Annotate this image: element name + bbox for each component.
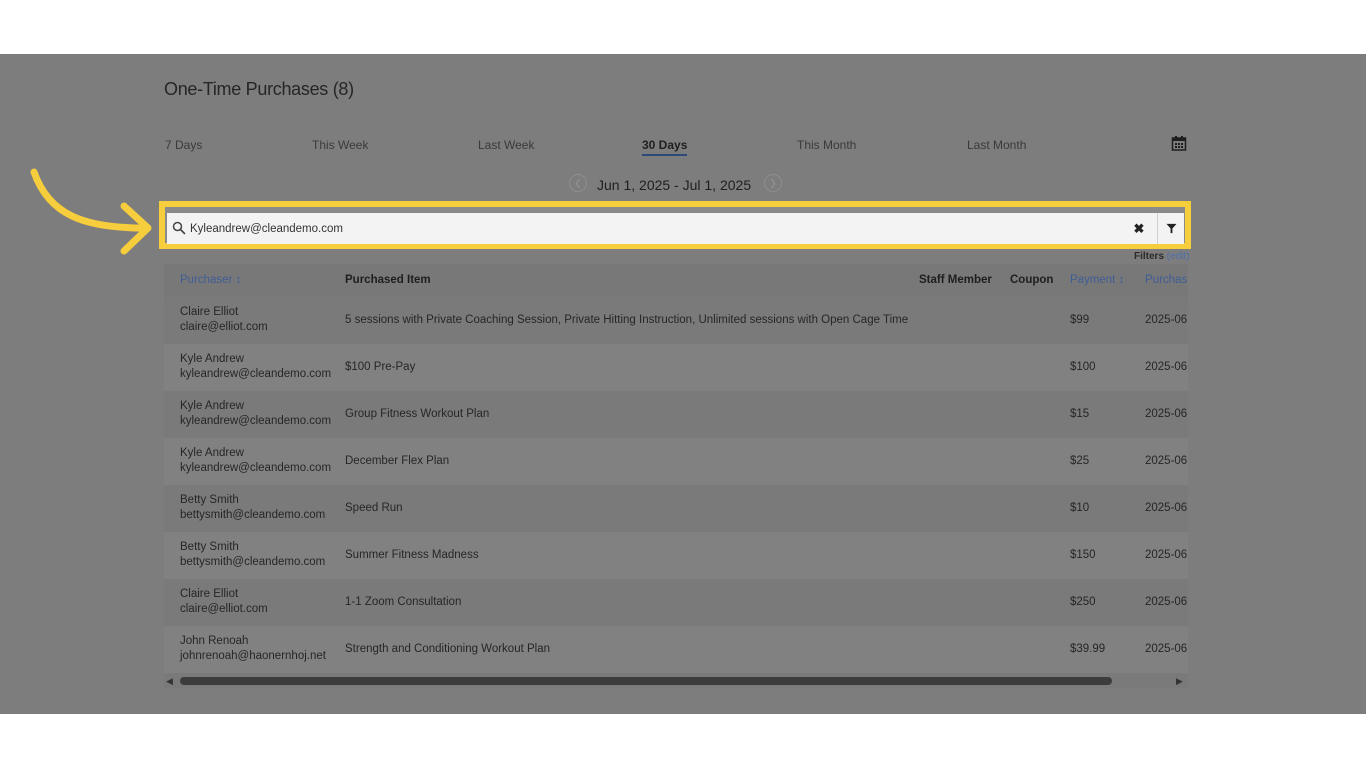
- table-row[interactable]: Claire Elliot claire@elliot.com 5 sessio…: [164, 297, 1188, 344]
- search-icon: [172, 221, 186, 235]
- payment-amount: $250: [1070, 596, 1096, 608]
- table-row[interactable]: Betty Smith bettysmith@cleandemo.com Spe…: [164, 485, 1188, 532]
- tab-last-month[interactable]: Last Month: [967, 138, 1026, 152]
- payment-amount: $15: [1070, 408, 1090, 420]
- search-input[interactable]: [190, 213, 1090, 244]
- purchaser-name: Betty Smith: [180, 541, 239, 553]
- sort-icon: ↕: [235, 274, 242, 286]
- purchases-table: Purchaser ↕ Purchased Item Staff Member …: [164, 264, 1188, 688]
- purchase-date: 2025-06: [1145, 643, 1188, 655]
- purchaser-email: bettysmith@cleandemo.com: [180, 556, 326, 568]
- purchaser-name: Claire Elliot: [180, 588, 239, 600]
- purchaser-name: John Renoah: [180, 635, 249, 647]
- purchaser-name: Claire Elliot: [180, 306, 239, 318]
- column-purchaser[interactable]: Purchaser ↕: [180, 274, 241, 286]
- tab-this-week[interactable]: This Week: [312, 138, 368, 152]
- purchase-date: 2025-06: [1145, 408, 1188, 420]
- purchased-item: Strength and Conditioning Workout Plan: [345, 643, 551, 655]
- table-row[interactable]: Kyle Andrew kyleandrew@cleandemo.com $10…: [164, 344, 1188, 391]
- curved-arrow-icon: [30, 168, 152, 255]
- column-payment[interactable]: Payment ↕: [1070, 274, 1124, 286]
- payment-amount: $99: [1070, 314, 1090, 326]
- horizontal-scrollbar[interactable]: ◀ ▶: [164, 675, 1188, 687]
- column-purchased-item: Purchased Item: [345, 274, 431, 286]
- tab-7-days[interactable]: 7 Days: [165, 138, 202, 152]
- purchaser-name: Kyle Andrew: [180, 353, 244, 365]
- purchaser-email: claire@elliot.com: [180, 603, 268, 615]
- purchased-item: 5 sessions with Private Coaching Session…: [345, 314, 909, 326]
- column-label: Purchaser: [180, 274, 233, 286]
- table-row[interactable]: John Renoah johnrenoah@haonernhoj.net St…: [164, 626, 1188, 673]
- column-coupon: Coupon: [1010, 274, 1054, 286]
- purchaser-email: kyleandrew@cleandemo.com: [180, 415, 332, 427]
- column-purchase-date[interactable]: Purchas: [1145, 274, 1187, 286]
- scroll-right-arrow-icon[interactable]: ▶: [1176, 676, 1183, 687]
- payment-amount: $100: [1070, 361, 1096, 373]
- payment-amount: $10: [1070, 502, 1090, 514]
- date-range-label: Jun 1, 2025 - Jul 1, 2025: [597, 177, 752, 193]
- filters-edit-link[interactable]: (edit): [1167, 251, 1190, 262]
- purchase-date: 2025-06: [1145, 502, 1188, 514]
- tab-last-week[interactable]: Last Week: [478, 138, 534, 152]
- purchaser-email: kyleandrew@cleandemo.com: [180, 462, 332, 474]
- search-bar: ✖: [167, 213, 1184, 244]
- chevron-left-icon[interactable]: ❮: [569, 174, 587, 192]
- purchaser-email: kyleandrew@cleandemo.com: [180, 368, 332, 380]
- purchaser-email: johnrenoah@haonernhoj.net: [180, 650, 326, 662]
- scroll-left-arrow-icon[interactable]: ◀: [166, 676, 173, 687]
- filters-label: Filters: [1134, 251, 1165, 262]
- page-title: One-Time Purchases (8): [164, 79, 354, 99]
- purchase-date: 2025-06: [1145, 549, 1188, 561]
- filters-link[interactable]: Filters (edit): [1134, 251, 1190, 262]
- payment-amount: $39.99: [1070, 643, 1106, 655]
- chevron-right-icon[interactable]: ❯: [764, 174, 782, 192]
- calendar-icon[interactable]: [1171, 135, 1187, 151]
- purchaser-email: bettysmith@cleandemo.com: [180, 509, 326, 521]
- tab-this-month[interactable]: This Month: [797, 138, 856, 152]
- purchaser-name: Betty Smith: [180, 494, 239, 506]
- purchaser-name: Kyle Andrew: [180, 447, 244, 459]
- purchased-item: December Flex Plan: [345, 455, 450, 467]
- purchaser-name: Kyle Andrew: [180, 400, 244, 412]
- table-row[interactable]: Kyle Andrew kyleandrew@cleandemo.com Gro…: [164, 391, 1188, 438]
- purchaser-email: claire@elliot.com: [180, 321, 268, 333]
- column-staff-member: Staff Member: [919, 274, 992, 286]
- sort-icon: ↕: [1118, 274, 1125, 286]
- purchase-date: 2025-06: [1145, 455, 1188, 467]
- purchase-date: 2025-06: [1145, 361, 1188, 373]
- purchase-date: 2025-06: [1145, 314, 1188, 326]
- purchased-item: 1-1 Zoom Consultation: [345, 596, 462, 608]
- filter-icon: [1166, 223, 1177, 234]
- purchased-item: Speed Run: [345, 502, 403, 514]
- table-row[interactable]: Kyle Andrew kyleandrew@cleandemo.com Dec…: [164, 438, 1188, 485]
- table-row[interactable]: Betty Smith bettysmith@cleandemo.com Sum…: [164, 532, 1188, 579]
- scrollbar-thumb[interactable]: [180, 677, 1112, 685]
- purchased-item: Group Fitness Workout Plan: [345, 408, 490, 420]
- table-header: Purchaser ↕ Purchased Item Staff Member …: [164, 264, 1188, 297]
- payment-amount: $25: [1070, 455, 1090, 467]
- tab-30-days[interactable]: 30 Days: [642, 138, 688, 156]
- filter-button[interactable]: [1157, 213, 1185, 244]
- purchase-date: 2025-06: [1145, 596, 1188, 608]
- column-label: Payment: [1070, 274, 1116, 286]
- close-icon[interactable]: ✖: [1129, 213, 1149, 244]
- purchased-item: Summer Fitness Madness: [345, 549, 479, 561]
- purchased-item: $100 Pre-Pay: [345, 361, 416, 373]
- table-row[interactable]: Claire Elliot claire@elliot.com 1-1 Zoom…: [164, 579, 1188, 626]
- payment-amount: $150: [1070, 549, 1096, 561]
